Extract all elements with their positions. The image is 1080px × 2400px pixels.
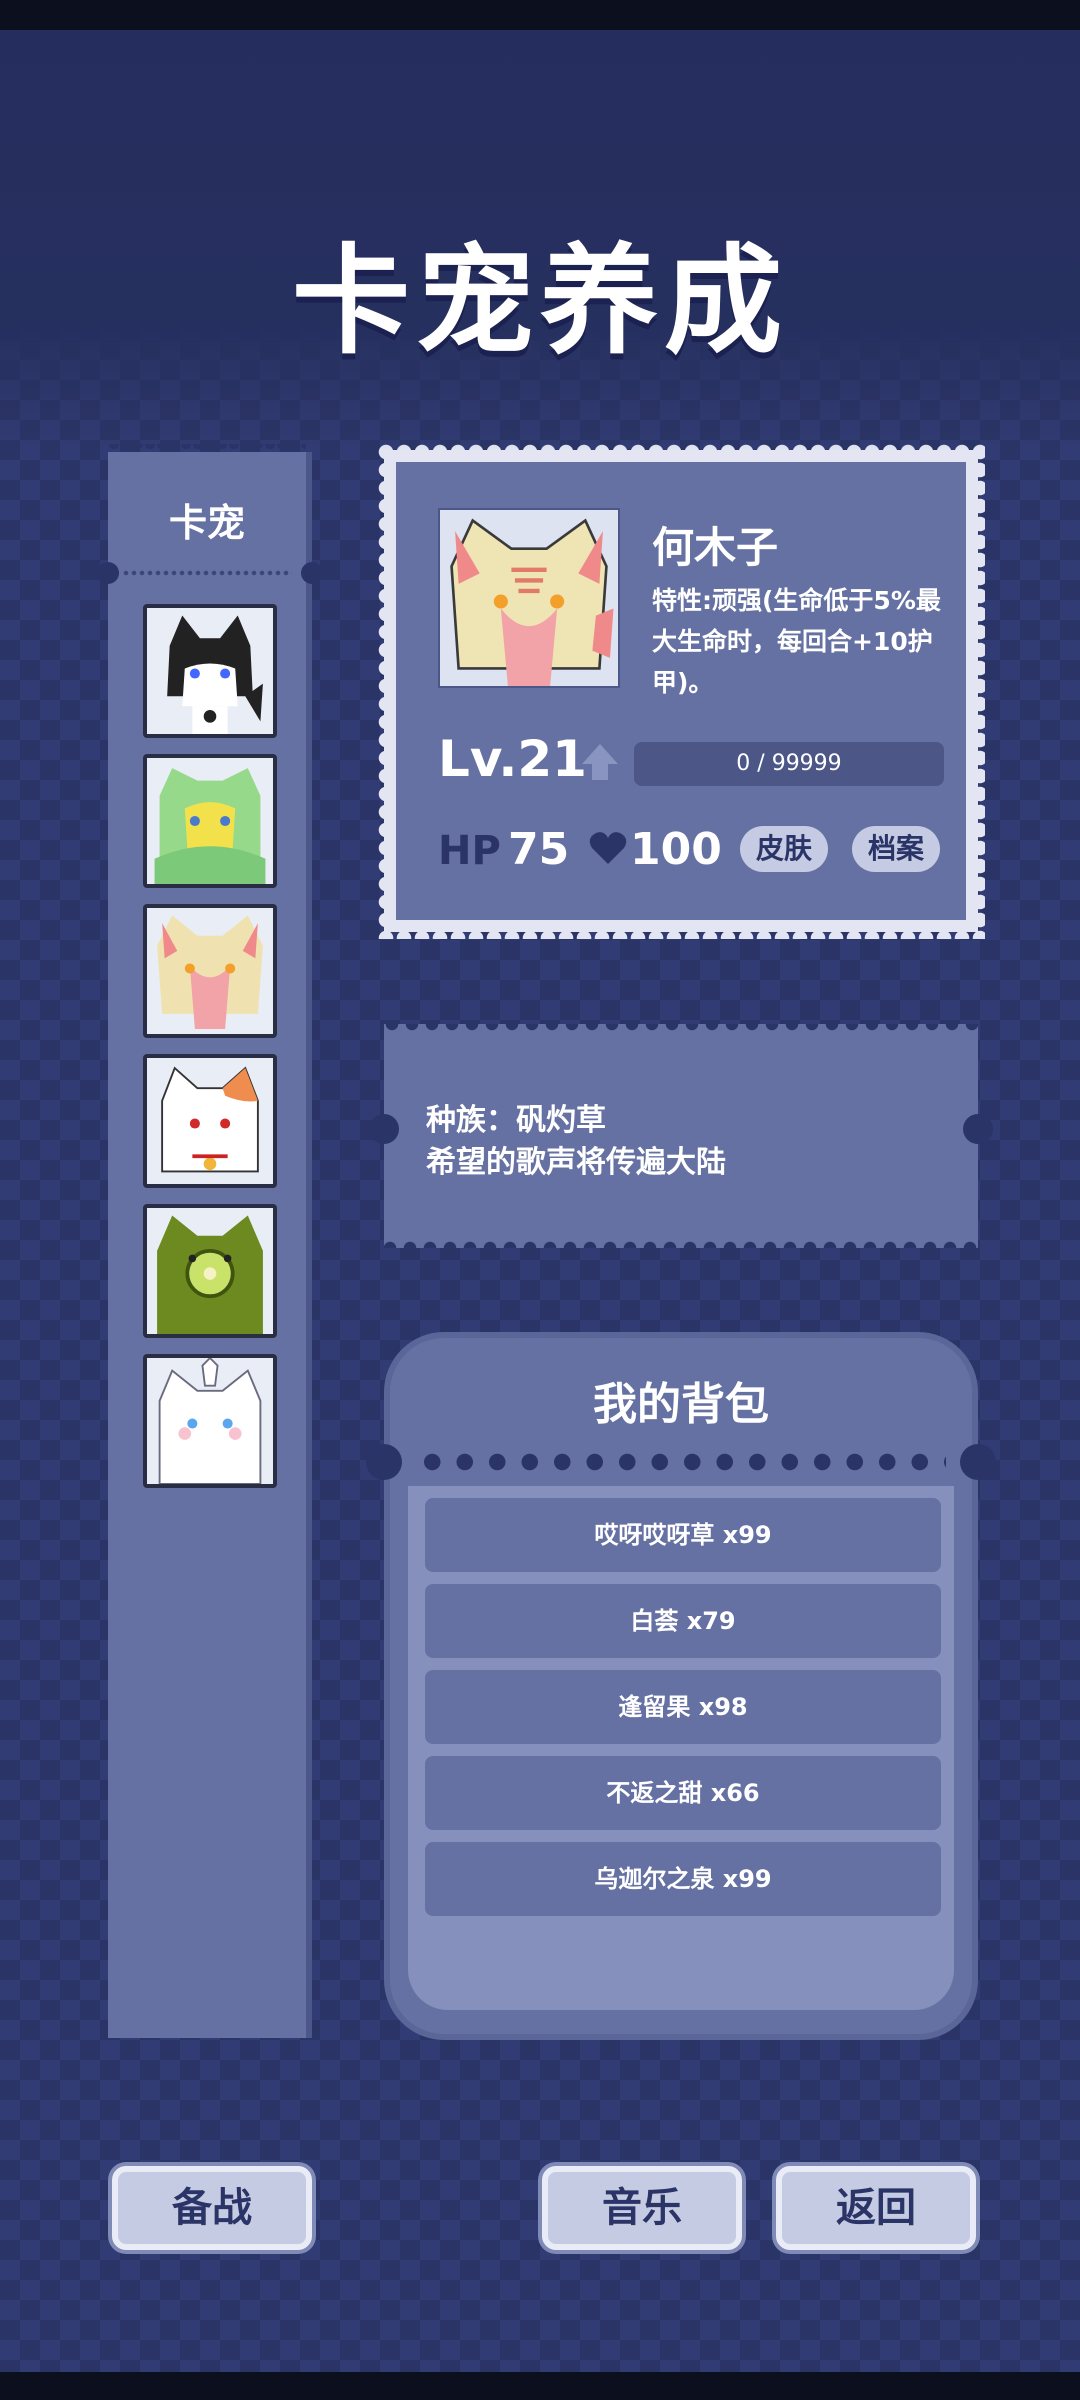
pet-thumb-1[interactable] bbox=[143, 604, 277, 738]
heart-icon bbox=[589, 832, 627, 864]
level-up-arrow-icon[interactable] bbox=[578, 740, 622, 784]
pet-thumb-6[interactable] bbox=[143, 1354, 277, 1488]
music-button[interactable]: 音乐 bbox=[542, 2166, 742, 2250]
page-title: 卡宠养成 bbox=[291, 232, 788, 370]
bag-divider bbox=[416, 1452, 946, 1472]
pet-description: 种族：矾灼草 希望的歌声将传遍大陆 bbox=[426, 1100, 726, 1184]
navigation-bar bbox=[0, 2372, 1080, 2400]
heart-value: 100 bbox=[630, 824, 722, 875]
black-cat-pet-icon bbox=[147, 608, 273, 734]
kiwi-pet-icon bbox=[147, 1208, 273, 1334]
pet-level: Lv.21 bbox=[438, 730, 587, 788]
status-bar bbox=[0, 0, 1080, 30]
hp-value: 75 bbox=[508, 824, 570, 875]
pet-species: 种族：矾灼草 bbox=[426, 1103, 606, 1138]
bag-item[interactable]: 不返之甜 x66 bbox=[425, 1756, 941, 1830]
sidebar-title: 卡宠 bbox=[168, 501, 245, 545]
profile-button[interactable]: 档案 bbox=[852, 826, 941, 872]
pet-thumb-2[interactable] bbox=[143, 754, 277, 888]
white-blue-cat-pet-icon bbox=[147, 1358, 273, 1484]
bag-item[interactable]: 乌迦尔之泉 x99 bbox=[425, 1842, 941, 1916]
back-button[interactable]: 返回 bbox=[776, 2166, 976, 2250]
white-orange-cat-pet-icon bbox=[147, 1058, 273, 1184]
skin-button[interactable]: 皮肤 bbox=[740, 826, 829, 872]
pet-description-ticket: 种族：矾灼草 希望的歌声将传遍大陆 bbox=[369, 1024, 993, 1248]
green-yellow-pet-icon bbox=[147, 758, 273, 884]
pet-sidebar: 卡宠 bbox=[97, 444, 323, 2038]
pet-thumb-4[interactable] bbox=[143, 1054, 277, 1188]
pink-cream-pet-icon bbox=[147, 908, 273, 1034]
pet-portrait-image bbox=[441, 510, 617, 686]
pet-motto: 希望的歌声将传遍大陆 bbox=[426, 1145, 726, 1180]
bag-item[interactable]: 哎呀哎呀草 x99 bbox=[425, 1498, 941, 1572]
inventory-bag: 我的背包 哎呀哎呀草 x99 白荟 x79 逢留果 x98 不返之甜 x66 乌… bbox=[366, 1332, 996, 2040]
exp-bar: 0 / 99999 bbox=[634, 742, 944, 786]
battle-button[interactable]: 备战 bbox=[112, 2166, 312, 2250]
bag-item[interactable]: 逢留果 x98 bbox=[425, 1670, 941, 1744]
pet-thumb-3[interactable] bbox=[143, 904, 277, 1038]
bag-item-list: 哎呀哎呀草 x99 白荟 x79 逢留果 x98 不返之甜 x66 乌迦尔之泉 … bbox=[408, 1486, 954, 2010]
pet-trait: 特性:顽强(生命低于5%最大生命时，每回合+10护甲)。 bbox=[652, 586, 941, 697]
pet-name: 何木子 bbox=[652, 523, 779, 572]
sidebar-divider bbox=[122, 570, 292, 576]
pet-portrait bbox=[438, 508, 620, 688]
hp-label: HP bbox=[438, 828, 501, 874]
pet-info-card: 何木子 特性:顽强(生命低于5%最大生命时，每回合+10护甲)。 Lv.21 0… bbox=[377, 443, 985, 939]
bag-item[interactable]: 白荟 x79 bbox=[425, 1584, 941, 1658]
bag-title: 我的背包 bbox=[593, 1379, 769, 1430]
pet-thumb-5[interactable] bbox=[143, 1204, 277, 1338]
